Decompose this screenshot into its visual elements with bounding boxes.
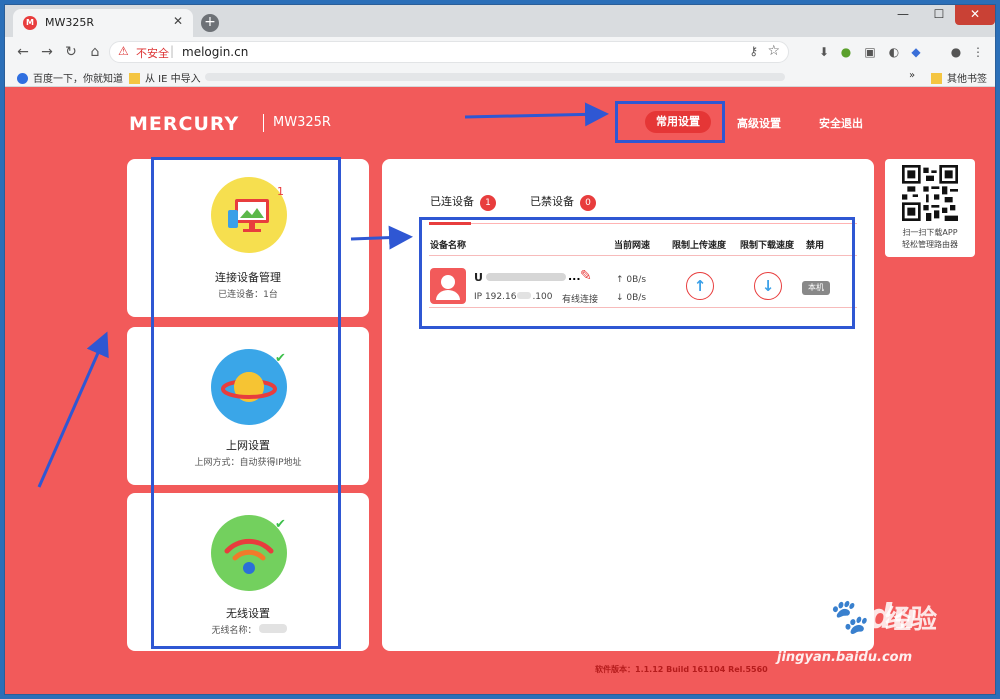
browser-toolbar: ← → ↻ ⌂ ⚠ 不安全 | melogin.cn ⚷ ☆ ⬇ ● ▣ ◐ ◆… (5, 37, 995, 67)
home-icon[interactable]: ⌂ (85, 42, 105, 62)
menu-icon[interactable]: ⋮ (971, 45, 985, 59)
minimize-button[interactable]: — (885, 5, 921, 25)
tab-close-icon[interactable]: ✕ (173, 14, 183, 28)
tab-strip: M MW325R ✕ + — ☐ ✕ (5, 5, 995, 37)
extension-blue-icon[interactable]: ◆ (909, 45, 923, 59)
watermark-jingyan: 经验 (885, 605, 938, 635)
mercury-favicon-icon: M (23, 16, 37, 30)
extension-toggle-icon[interactable]: ◐ (887, 45, 901, 59)
watermark-url: jingyan.baidu.com (777, 650, 913, 665)
maximize-button[interactable]: ☐ (921, 5, 957, 25)
new-tab-button[interactable]: + (201, 14, 219, 32)
download-icon[interactable]: ⬇ (817, 45, 831, 59)
back-icon[interactable]: ← (13, 42, 33, 62)
folder-icon (129, 73, 140, 84)
bookmark-baidu[interactable]: 百度一下，你就知道 (17, 70, 123, 85)
bookmark-ie-import[interactable]: 从 IE 中导入 (129, 70, 201, 85)
browser-tab[interactable]: M MW325R ✕ (13, 9, 193, 37)
browser-window: M MW325R ✕ + — ☐ ✕ ← → ↻ ⌂ ⚠ 不安全 | melog… (4, 4, 996, 695)
arrow-to-nav (464, 102, 609, 127)
extension-save-icon[interactable]: ▣ (863, 45, 877, 59)
bookmark-label: 从 IE 中导入 (145, 74, 201, 85)
arrow-to-devices (350, 225, 413, 250)
address-separator: | (170, 44, 175, 58)
other-bookmarks-label: 其他书签 (947, 74, 987, 85)
other-bookmarks[interactable]: 其他书签 (931, 70, 987, 85)
baidu-paw-icon (17, 73, 28, 84)
key-icon[interactable]: ⚷ (749, 44, 758, 58)
warning-icon: ⚠ (118, 44, 129, 58)
blurred-bookmarks (205, 73, 785, 81)
bookmark-star-icon[interactable]: ☆ (767, 43, 780, 59)
watermark-bai: Bai (765, 597, 826, 637)
address-bar[interactable]: ⚠ 不安全 | melogin.cn ⚷ ☆ (109, 41, 789, 63)
extension-green-icon[interactable]: ● (839, 45, 853, 59)
profile-icon[interactable]: ● (949, 45, 963, 59)
arrow-to-sidebar (37, 331, 109, 488)
reload-icon[interactable]: ↻ (61, 42, 81, 62)
bookmarks-more[interactable]: » (909, 70, 915, 81)
insecure-label: 不安全 (136, 47, 169, 60)
bookmarks-bar: 百度一下，你就知道 从 IE 中导入 » 其他书签 (5, 67, 995, 87)
watermark-paw-icon: 🐾 (825, 597, 868, 637)
url-text: melogin.cn (182, 45, 249, 59)
forward-icon[interactable]: → (37, 42, 57, 62)
tab-title: MW325R (45, 16, 95, 29)
router-admin-page: MERCURY MW325R 常用设置 高级设置 安全退出 1 连接设备管理 已… (5, 87, 995, 694)
folder-icon (931, 73, 942, 84)
bookmark-label: 百度一下，你就知道 (33, 74, 123, 85)
window-close-button[interactable]: ✕ (955, 5, 995, 25)
